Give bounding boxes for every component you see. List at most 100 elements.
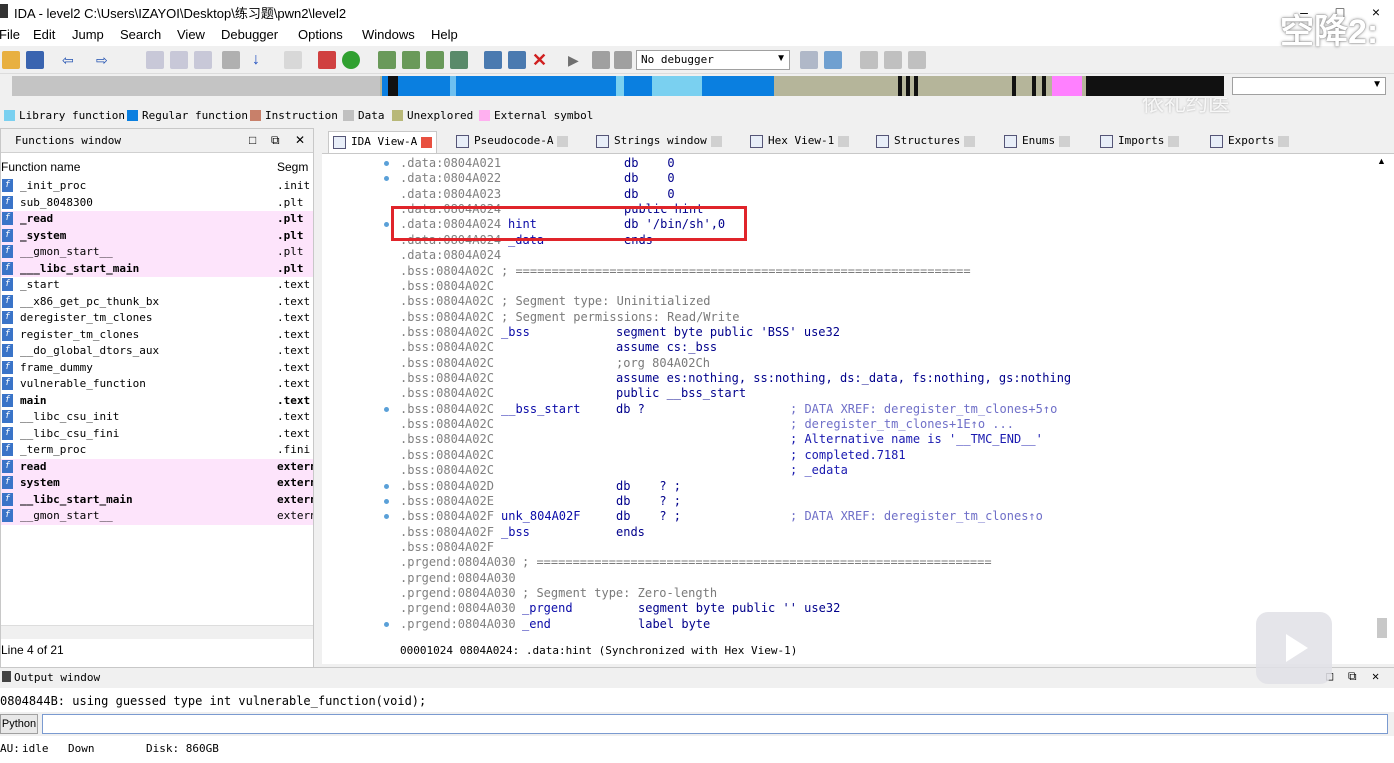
breakpoint-dot-icon[interactable]	[384, 222, 389, 228]
line-comment: ; completed.7181	[790, 447, 906, 462]
close-icon[interactable]	[1278, 135, 1290, 147]
menu-view[interactable]: View	[177, 27, 205, 42]
attach-icon[interactable]	[800, 51, 818, 69]
function-row[interactable]: f __gmon_start__ extern	[1, 508, 313, 525]
float-icon[interactable]: ⧉	[271, 133, 280, 148]
close-icon[interactable]	[557, 135, 569, 147]
menu-windows[interactable]: Windows	[362, 27, 415, 42]
menu-search[interactable]: Search	[120, 27, 161, 42]
function-row[interactable]: f __libc_csu_fini .text	[1, 426, 313, 443]
breakpoint-dot-icon[interactable]	[384, 514, 389, 520]
binary-icon[interactable]	[194, 51, 212, 69]
tools-icon[interactable]	[908, 51, 926, 69]
command-input[interactable]	[42, 714, 1388, 734]
enum-icon[interactable]	[450, 51, 468, 69]
breakpoint-dot-icon[interactable]	[384, 498, 389, 504]
paste-icon[interactable]	[170, 51, 188, 69]
function-row[interactable]: f register_tm_clones .text	[1, 327, 313, 344]
function-row[interactable]: f __libc_csu_init .text	[1, 409, 313, 426]
close-icon[interactable]	[838, 135, 850, 147]
copy-icon[interactable]	[146, 51, 164, 69]
scroll-thumb[interactable]	[1377, 618, 1387, 638]
function-row[interactable]: f deregister_tm_clones .text	[1, 310, 313, 327]
names-icon[interactable]	[508, 51, 526, 69]
pause-icon[interactable]	[592, 51, 610, 69]
search-binary-icon[interactable]	[222, 51, 240, 69]
sequence-icon[interactable]	[284, 51, 302, 69]
close-icon[interactable]	[964, 135, 976, 147]
close-icon[interactable]: ✕	[1372, 669, 1379, 683]
menu-debugger[interactable]: Debugger	[221, 27, 278, 42]
breakpoint-dot-icon[interactable]	[384, 621, 389, 627]
function-row[interactable]: f __gmon_start__ .plt	[1, 244, 313, 261]
delete-icon[interactable]: ✕	[532, 51, 550, 69]
function-row[interactable]: f _start .text	[1, 277, 313, 294]
function-row[interactable]: f vulnerable_function .text	[1, 376, 313, 393]
save-icon[interactable]	[26, 51, 44, 69]
breakpoint-dot-icon[interactable]	[384, 176, 389, 182]
open-icon[interactable]	[2, 51, 20, 69]
function-row[interactable]: f _init_proc .init	[1, 178, 313, 195]
back-icon[interactable]: ⇦	[62, 51, 80, 69]
python-button[interactable]: Python	[0, 714, 38, 734]
tab-exports[interactable]: Exports	[1206, 131, 1293, 153]
trace-icon[interactable]	[860, 51, 878, 69]
float-icon[interactable]: ⧉	[1348, 669, 1357, 684]
xref-icon[interactable]	[484, 51, 502, 69]
menu-jump[interactable]: Jump	[72, 27, 104, 42]
start-debug-icon[interactable]: ▶	[568, 51, 586, 69]
tab-ida-view-a[interactable]: IDA View-A	[328, 131, 438, 153]
function-row[interactable]: f _term_proc .fini	[1, 442, 313, 459]
col-segment[interactable]: Segm	[277, 160, 308, 174]
forward-icon[interactable]: ⇨	[96, 51, 114, 69]
tab-pseudocode-a[interactable]: Pseudocode-A	[452, 131, 572, 153]
function-row[interactable]: f read extern	[1, 458, 313, 475]
close-icon[interactable]	[710, 135, 722, 147]
struct-icon[interactable]	[426, 51, 444, 69]
function-name: _term_proc	[20, 443, 87, 456]
breakpoint-dot-icon[interactable]	[384, 406, 389, 412]
function-row[interactable]: f __libc_start_main extern	[1, 491, 313, 508]
restore-icon[interactable]: □	[249, 133, 256, 147]
tab-enums[interactable]: Enums	[1000, 131, 1074, 153]
breakpoint-icon[interactable]	[884, 51, 902, 69]
scroll-up-icon[interactable]: ▲	[1377, 156, 1386, 166]
play-icon[interactable]	[1256, 612, 1332, 684]
step-icon[interactable]	[824, 51, 842, 69]
close-icon[interactable]	[1059, 135, 1071, 147]
close-icon[interactable]: ✕	[295, 133, 305, 147]
tab-structures[interactable]: Structures	[872, 131, 979, 153]
function-row[interactable]: f __do_global_dtors_aux .text	[1, 343, 313, 360]
tab-imports[interactable]: Imports	[1096, 131, 1183, 153]
graph-icon[interactable]	[318, 51, 336, 69]
menu-options[interactable]: Options	[298, 27, 343, 42]
col-function-name[interactable]: Function name	[1, 160, 80, 174]
close-icon[interactable]	[421, 136, 433, 148]
listing-vscrollbar[interactable]: ▲	[1376, 156, 1388, 642]
edit-function-icon[interactable]	[402, 51, 420, 69]
nav-band-dropdown[interactable]: ▼	[1232, 77, 1386, 95]
menu-help[interactable]: Help	[431, 27, 458, 42]
debugger-select[interactable]: No debugger ▼	[636, 50, 790, 70]
close-icon[interactable]	[1168, 135, 1180, 147]
run-icon[interactable]	[342, 51, 360, 69]
menu-edit[interactable]: Edit	[33, 27, 55, 42]
function-row[interactable]: f system extern	[1, 475, 313, 492]
function-row[interactable]: f sub_8048300 .plt	[1, 195, 313, 212]
down-arrow-icon[interactable]: ↓	[252, 51, 270, 69]
stop-icon[interactable]	[614, 51, 632, 69]
navigation-band[interactable]	[12, 76, 1224, 96]
tab-strings-window[interactable]: Strings window	[592, 131, 726, 153]
function-row[interactable]: f ___libc_start_main .plt	[1, 260, 313, 277]
menu-file[interactable]: File	[0, 27, 20, 42]
create-function-icon[interactable]	[378, 51, 396, 69]
function-row[interactable]: f __x86_get_pc_thunk_bx .text	[1, 294, 313, 311]
breakpoint-dot-icon[interactable]	[384, 161, 389, 166]
function-row[interactable]: f frame_dummy .text	[1, 360, 313, 377]
function-row[interactable]: f main .text	[1, 393, 313, 410]
function-row[interactable]: f _system .plt	[1, 227, 313, 244]
tab-hex-view-1[interactable]: Hex View-1	[746, 131, 853, 153]
breakpoint-dot-icon[interactable]	[384, 483, 389, 489]
functions-hscrollbar[interactable]	[1, 625, 313, 639]
function-row[interactable]: f _read .plt	[1, 211, 313, 228]
